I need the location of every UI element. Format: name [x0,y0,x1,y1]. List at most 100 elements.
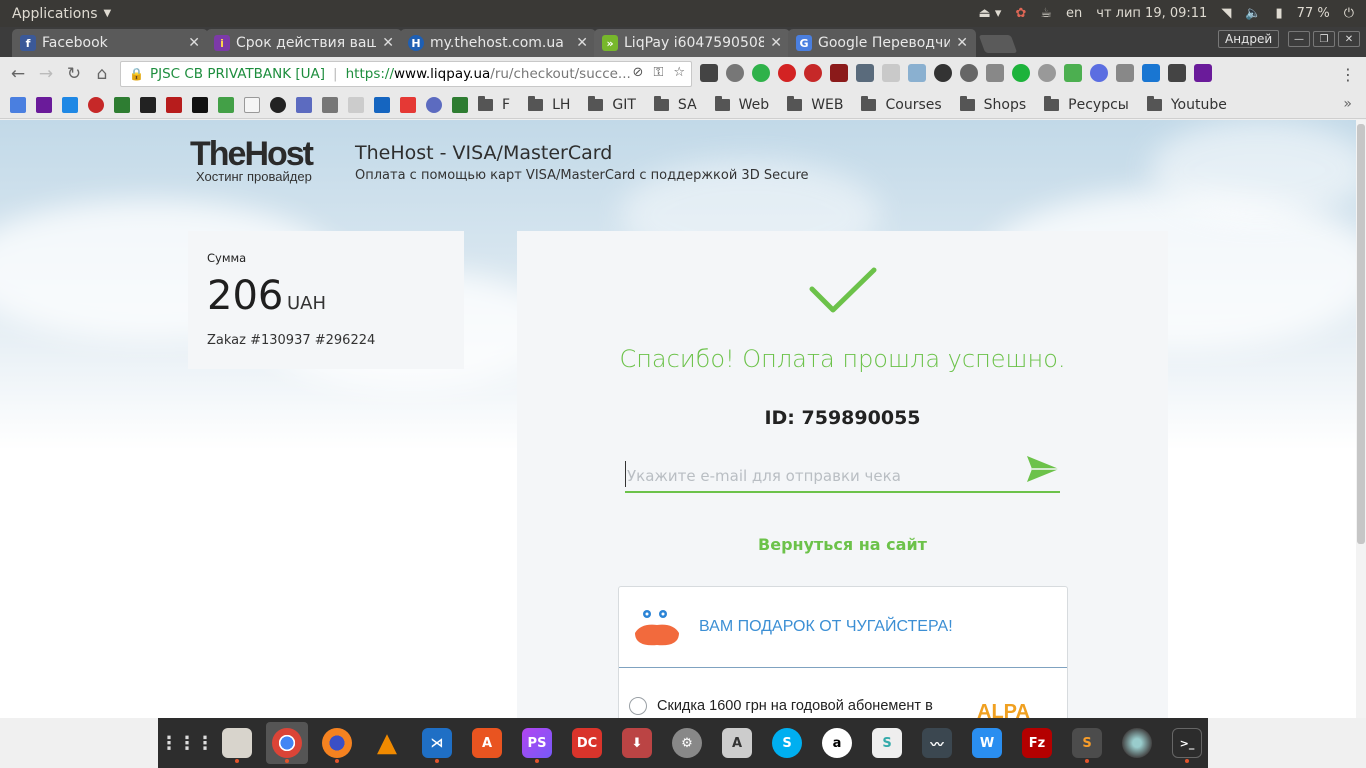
ip-bookmark-icon[interactable] [374,96,390,113]
scroll-thumb[interactable] [1357,124,1365,544]
dock-software-center[interactable]: A [466,722,508,764]
applications-menu[interactable]: Applications ▼ [12,6,111,22]
bookmark-folder-shops[interactable]: Shops [959,95,1026,113]
email-input[interactable] [625,455,1060,493]
offer-radio[interactable] [629,697,647,715]
r-bookmark-icon[interactable] [296,96,312,113]
tab-facebook[interactable]: f Facebook ✕ [12,29,208,57]
key-icon[interactable]: ⚿ [653,65,663,80]
dock-files[interactable] [216,722,258,764]
puzzle-icon[interactable] [1064,64,1082,82]
bookmark-icon[interactable] [166,96,182,113]
back-arrow-icon[interactable]: ← [4,60,32,88]
bookmark-folder-lh[interactable]: LH [528,95,570,113]
recycle-icon[interactable] [1116,64,1134,82]
dock-phpstorm[interactable]: PS [516,722,558,764]
cup-icon[interactable]: ☕ [1040,6,1052,21]
close-icon[interactable]: ✕ [188,35,200,51]
eject-icon[interactable]: ⏏ ▾ [979,6,1002,21]
bookmark-folder-git[interactable]: GIT [588,95,636,113]
page-scrollbar[interactable] [1356,120,1366,718]
yahoo-bookmark-icon[interactable] [36,96,52,113]
gear-extension-icon[interactable] [726,64,744,82]
dock-google-earth[interactable] [1116,722,1158,764]
php-net-icon[interactable] [426,96,442,113]
bookmark-icon[interactable] [62,96,78,113]
dock-dbeaver[interactable]: DC [566,722,608,764]
close-icon[interactable]: ✕ [770,35,782,51]
dock-skype[interactable]: S [766,722,808,764]
tab-srok[interactable]: i Срок действия ваш ✕ [206,29,402,57]
hand-icon[interactable] [1012,64,1030,82]
upwork-icon[interactable] [452,96,468,113]
opera-icon[interactable] [778,64,796,82]
home-icon[interactable]: ⌂ [88,60,116,88]
dock-firefox[interactable] [316,722,358,764]
dou-bookmark-icon[interactable] [140,96,156,113]
close-icon[interactable]: ✕ [382,35,394,51]
translate-bookmark-icon[interactable] [10,96,26,113]
dock-sublime[interactable]: S [1066,722,1108,764]
dock-vlc[interactable]: ▲ [366,722,408,764]
bookmark-folder-f[interactable]: F [478,95,510,113]
battery-level[interactable]: 77 % [1297,6,1330,21]
reload-icon[interactable]: ↻ [60,60,88,88]
close-icon[interactable]: ✕ [576,35,588,51]
slack-icon[interactable] [400,96,416,113]
maximize-icon[interactable]: ❐ [1313,31,1335,47]
bookmark-icon[interactable] [88,96,104,113]
mail-icon[interactable] [1194,64,1212,82]
tab-google-translate[interactable]: G Google Переводчи ✕ [788,29,976,57]
php-bookmark-icon[interactable] [322,96,338,113]
bookmark-folder-resources[interactable]: Ресурсы [1044,95,1129,113]
bookmark-folder-youtube[interactable]: Youtube [1146,95,1227,113]
dock-system-monitor[interactable]: 〰 [916,722,958,764]
dock-audacious[interactable]: a [816,722,858,764]
adblock-icon[interactable] [804,64,822,82]
jb-icon[interactable] [986,64,1004,82]
dock-chrome[interactable] [266,722,308,764]
star-icon[interactable]: ☆ [673,65,685,80]
dock-terminal[interactable]: >_ [1166,722,1208,764]
power-icon[interactable]: ⏻ [1344,6,1354,21]
keyboard-layout[interactable]: en [1066,6,1082,21]
settings-icon[interactable] [960,64,978,82]
bookmark-folder-web[interactable]: Web [714,95,769,113]
window-close-icon[interactable]: ✕ [1338,31,1360,47]
sync-icon[interactable] [1090,64,1108,82]
volume-icon[interactable]: 🔈 [1245,6,1261,21]
brackets-icon[interactable] [882,64,900,82]
bookmark-icon[interactable] [218,96,234,113]
gnome-icon[interactable] [1168,64,1186,82]
minimize-icon[interactable]: — [1288,31,1310,47]
dock-filezilla[interactable]: Fz [1016,722,1058,764]
extension-icon[interactable] [700,64,718,82]
download-icon[interactable] [908,64,926,82]
w3-bookmark-icon[interactable] [244,96,260,113]
dock-font-viewer[interactable]: A [716,722,758,764]
eyedropper-icon[interactable] [856,64,874,82]
hb-bookmark-icon[interactable] [348,96,364,113]
show-apps-button[interactable]: ⋮⋮⋮ [160,722,214,764]
bookmark-folder-web-upper[interactable]: WEB [787,95,843,113]
clock[interactable]: чт лип 19, 09:11 [1096,6,1207,21]
dock-slack[interactable]: S [866,722,908,764]
ip-icon[interactable] [1038,64,1056,82]
wifi-icon[interactable]: ◥ [1221,6,1231,21]
bug-icon[interactable]: ✿ [1015,6,1026,21]
dock-wps[interactable]: W [966,722,1008,764]
forward-arrow-icon[interactable]: → [32,60,60,88]
github-icon[interactable] [270,96,286,113]
tp-bookmark-icon[interactable] [192,96,208,113]
dock-vscode[interactable]: ⋊ [416,722,458,764]
tab-thehost[interactable]: H my.thehost.com.ua ✕ [400,29,596,57]
dock-settings[interactable]: ⚙ [666,722,708,764]
dots-icon[interactable] [934,64,952,82]
menu-icon[interactable]: ⋮ [1340,65,1356,84]
bookmark-folder-sa[interactable]: SA [653,95,697,113]
close-icon[interactable]: ✕ [956,35,968,51]
send-icon[interactable] [1026,455,1060,483]
battery-icon[interactable]: ▮ [1276,6,1283,21]
windows-icon[interactable] [1142,64,1160,82]
blocked-popup-icon[interactable]: ⊘ [633,65,644,80]
